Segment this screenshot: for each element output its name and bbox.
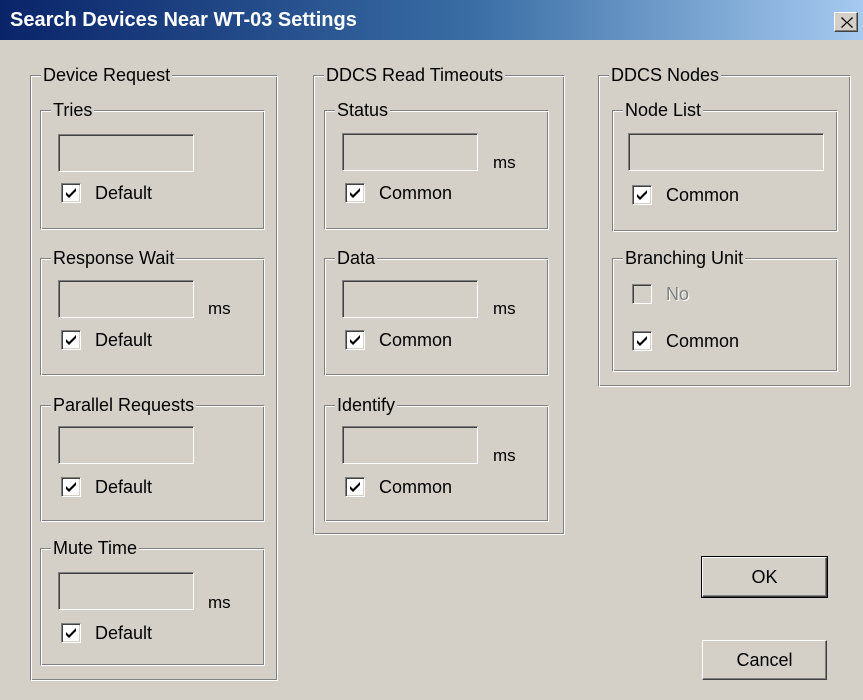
- close-icon: [841, 17, 853, 28]
- checkmark-icon: [637, 336, 647, 346]
- ddcs-read-timeouts-label: DDCS Read Timeouts: [324, 64, 506, 86]
- cancel-button[interactable]: Cancel: [702, 640, 827, 680]
- parallel-requests-default-checkbox[interactable]: [61, 477, 81, 497]
- ok-button[interactable]: OK: [701, 556, 828, 598]
- node-list-common-checkbox[interactable]: [632, 185, 652, 205]
- checkmark-icon: [66, 335, 76, 345]
- title-bar[interactable]: Search Devices Near WT-03 Settings: [0, 0, 863, 40]
- identify-label: Identify: [335, 394, 398, 416]
- data-label: Data: [335, 247, 378, 269]
- mute-time-label: Mute Time: [51, 537, 140, 559]
- status-input[interactable]: [342, 133, 478, 171]
- status-label: Status: [335, 99, 391, 121]
- checkmark-icon: [66, 482, 76, 492]
- parallel-requests-input[interactable]: [58, 426, 194, 464]
- parallel-requests-default-label: Default: [95, 477, 153, 497]
- response-wait-input[interactable]: [58, 280, 194, 318]
- mute-time-unit: ms: [208, 593, 231, 612]
- response-wait-unit: ms: [208, 299, 231, 318]
- node-list-common-label: Common: [666, 185, 740, 205]
- mute-time-default-label: Default: [95, 623, 153, 643]
- mute-time-input[interactable]: [58, 572, 194, 610]
- response-wait-label: Response Wait: [51, 247, 177, 269]
- ddcs-nodes-label: DDCS Nodes: [609, 64, 722, 86]
- identify-unit: ms: [493, 446, 516, 465]
- branching-unit-no-checkbox[interactable]: [632, 284, 652, 304]
- identify-input[interactable]: [342, 426, 478, 464]
- identify-common-checkbox[interactable]: [345, 477, 365, 497]
- branching-unit-label: Branching Unit: [623, 247, 746, 269]
- tries-default-checkbox[interactable]: [61, 183, 81, 203]
- checkmark-icon: [66, 628, 76, 638]
- status-unit: ms: [493, 153, 516, 172]
- node-list-input[interactable]: [628, 133, 824, 171]
- mute-time-default-checkbox[interactable]: [61, 623, 81, 643]
- status-common-label: Common: [379, 183, 453, 203]
- checkmark-icon: [637, 190, 647, 200]
- tries-label: Tries: [51, 99, 95, 121]
- checkmark-icon: [350, 482, 360, 492]
- branching-unit-common-checkbox[interactable]: [632, 331, 652, 351]
- branching-unit-group: Branching Unit: [612, 247, 838, 372]
- device-request-label: Device Request: [41, 64, 173, 86]
- close-button[interactable]: [834, 12, 858, 32]
- branching-unit-common-label: Common: [666, 331, 740, 351]
- data-input[interactable]: [342, 280, 478, 318]
- data-unit: ms: [493, 299, 516, 318]
- tries-input[interactable]: [58, 134, 194, 172]
- response-wait-default-checkbox[interactable]: [61, 330, 81, 350]
- identify-common-label: Common: [379, 477, 453, 497]
- data-common-checkbox[interactable]: [345, 330, 365, 350]
- data-common-label: Common: [379, 330, 453, 350]
- window-title: Search Devices Near WT-03 Settings: [10, 9, 357, 31]
- checkmark-icon: [66, 188, 76, 198]
- status-common-checkbox[interactable]: [345, 183, 365, 203]
- tries-default-label: Default: [95, 183, 153, 203]
- parallel-requests-label: Parallel Requests: [51, 394, 197, 416]
- node-list-group: Node List: [612, 99, 838, 232]
- checkmark-icon: [350, 188, 360, 198]
- branching-unit-no-label: No: [666, 284, 690, 304]
- node-list-label: Node List: [623, 99, 704, 121]
- response-wait-default-label: Default: [95, 330, 153, 350]
- checkmark-icon: [350, 335, 360, 345]
